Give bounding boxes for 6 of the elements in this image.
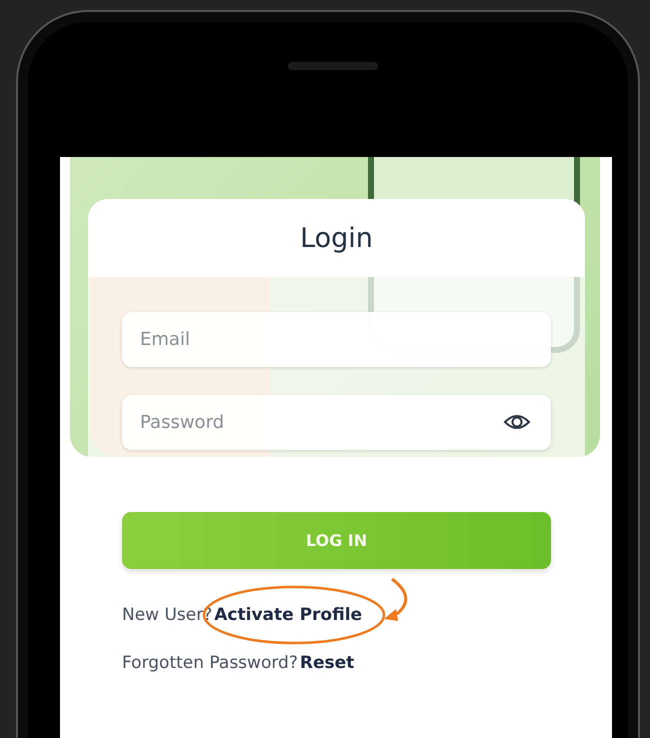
- input-field[interactable]: Email: [122, 312, 551, 367]
- prompt-link[interactable]: Reset: [300, 653, 354, 673]
- input-field[interactable]: Password: [122, 395, 551, 450]
- login-title: Login: [300, 222, 373, 254]
- eye-icon[interactable]: [503, 412, 531, 432]
- account-prompt: Forgotten Password?Reset: [122, 653, 356, 673]
